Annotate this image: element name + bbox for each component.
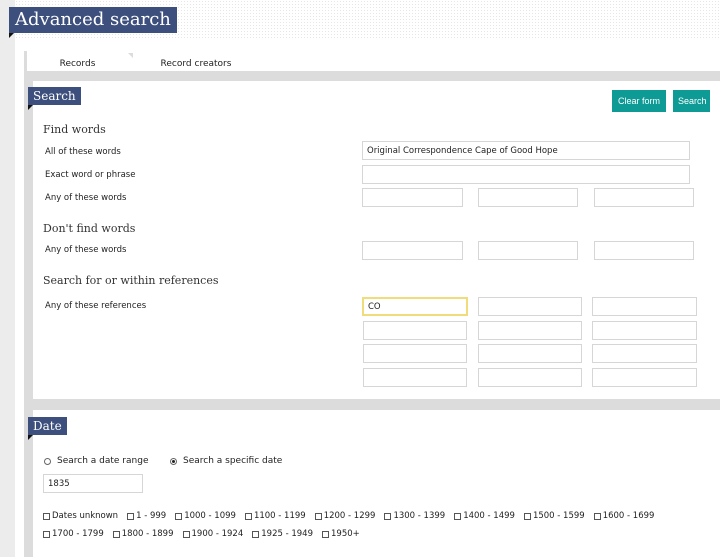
reference-input-10[interactable]	[363, 368, 467, 387]
exclude-words-input-2[interactable]	[478, 241, 578, 260]
all-words-input[interactable]	[362, 141, 690, 160]
date-range-checkbox[interactable]: 1500 - 1599	[523, 511, 585, 521]
date-range-checkboxes-row-1: Dates unknown 1 - 999 1000 - 1099 1100 - 11…	[43, 511, 654, 521]
tab-underline	[24, 71, 720, 81]
date-range-checkbox[interactable]: 1600 - 1699	[593, 511, 655, 521]
panel-frame-left	[24, 81, 33, 557]
date-range-checkbox-label: 1300 - 1399	[393, 511, 446, 521]
date-range-checkbox[interactable]: 1000 - 1099	[175, 511, 236, 521]
date-range-checkbox[interactable]: 1900 - 1924	[182, 529, 244, 539]
reference-input-7[interactable]	[363, 344, 467, 363]
checkbox-icon	[593, 512, 601, 520]
date-range-radio-label: Search a date range	[57, 456, 149, 466]
any-words-input-2[interactable]	[478, 188, 578, 207]
radio-checked-icon	[170, 457, 177, 465]
date-range-checkbox-label: 1600 - 1699	[602, 511, 655, 521]
exact-phrase-input[interactable]	[362, 165, 690, 184]
page-title: Advanced search	[9, 7, 177, 33]
checkbox-icon	[454, 512, 462, 520]
checkbox-icon	[523, 512, 531, 520]
date-range-checkbox-label: 1800 - 1899	[121, 529, 174, 539]
date-range-checkboxes-row-2: 1700 - 1799 1800 - 1899 1900 - 1924 1925 - …	[43, 529, 360, 539]
panel-divider	[24, 399, 720, 410]
radio-unchecked-icon	[44, 457, 51, 465]
date-range-checkbox[interactable]: 1100 - 1199	[244, 511, 306, 521]
date-range-checkbox[interactable]: 1925 - 1949	[252, 529, 313, 539]
clear-form-button[interactable]: Clear form	[612, 90, 666, 112]
date-range-checkbox[interactable]: 1 - 999	[127, 511, 166, 521]
date-range-checkbox-label: 1000 - 1099	[184, 511, 236, 521]
date-range-checkbox[interactable]: 1700 - 1799	[43, 529, 104, 539]
search-section-title: Search	[28, 87, 81, 105]
tab-notch	[128, 53, 133, 58]
checkbox-icon	[127, 512, 135, 520]
date-section-title: Date	[28, 417, 67, 435]
checkbox-icon	[175, 512, 183, 520]
exclude-words-input-3[interactable]	[594, 241, 694, 260]
reference-input-1[interactable]	[362, 297, 468, 316]
any-words-label: Any of these words	[45, 193, 127, 203]
references-label: Any of these references	[45, 301, 147, 311]
checkbox-icon	[43, 530, 50, 538]
date-range-checkbox-label: 1400 - 1499	[463, 511, 515, 521]
specific-date-radio[interactable]: Search a specific date	[170, 456, 282, 466]
checkbox-icon	[112, 530, 120, 538]
all-words-label: All of these words	[45, 147, 121, 157]
date-range-checkbox-label: 1700 - 1799	[52, 529, 104, 539]
date-range-checkbox[interactable]: 1300 - 1399	[384, 511, 445, 521]
checkbox-icon	[252, 530, 260, 538]
any-words-input-1[interactable]	[362, 188, 463, 207]
date-range-checkbox[interactable]: Dates unknown	[43, 511, 118, 521]
checkbox-icon	[244, 512, 252, 520]
reference-input-5[interactable]	[478, 321, 582, 340]
specific-date-input[interactable]	[43, 474, 143, 493]
checkbox-icon	[384, 512, 392, 520]
checkbox-icon	[314, 512, 322, 520]
date-range-checkbox-label: 1500 - 1599	[532, 511, 585, 521]
any-words-input-3[interactable]	[594, 188, 694, 207]
date-range-checkbox[interactable]: 1800 - 1899	[112, 529, 174, 539]
date-range-checkbox-label: 1925 - 1949	[261, 529, 313, 539]
reference-input-11[interactable]	[478, 368, 582, 387]
specific-date-radio-label: Search a specific date	[183, 456, 283, 466]
date-range-checkbox[interactable]: 1200 - 1299	[314, 511, 376, 521]
date-range-checkbox[interactable]: 1400 - 1499	[454, 511, 515, 521]
date-range-radio[interactable]: Search a date range	[44, 456, 148, 466]
reference-input-4[interactable]	[363, 321, 467, 340]
date-range-checkbox[interactable]: 1950+	[322, 529, 360, 539]
exclude-words-label: Any of these words	[45, 245, 127, 255]
date-range-checkbox-label: 1100 - 1199	[253, 511, 306, 521]
date-range-checkbox-label: 1 - 999	[136, 511, 167, 521]
reference-input-2[interactable]	[478, 297, 582, 316]
reference-input-3[interactable]	[592, 297, 697, 316]
date-range-checkbox-label: 1200 - 1299	[323, 511, 376, 521]
search-button[interactable]: Search	[673, 90, 710, 112]
date-range-checkbox-label: 1950+	[331, 529, 360, 539]
reference-input-6[interactable]	[592, 321, 697, 340]
checkbox-icon	[182, 530, 190, 538]
exclude-words-input-1[interactable]	[362, 241, 463, 260]
date-range-checkbox-label: Dates unknown	[52, 511, 119, 521]
reference-input-8[interactable]	[478, 344, 582, 363]
date-range-checkbox-label: 1900 - 1924	[191, 529, 244, 539]
exact-phrase-label: Exact word or phrase	[45, 170, 136, 180]
dont-find-heading: Don't find words	[43, 222, 136, 235]
reference-input-12[interactable]	[592, 368, 697, 387]
reference-input-9[interactable]	[592, 344, 697, 363]
references-heading: Search for or within references	[43, 274, 219, 287]
find-words-heading: Find words	[43, 123, 106, 136]
checkbox-icon	[322, 530, 329, 538]
checkbox-icon	[43, 512, 50, 520]
